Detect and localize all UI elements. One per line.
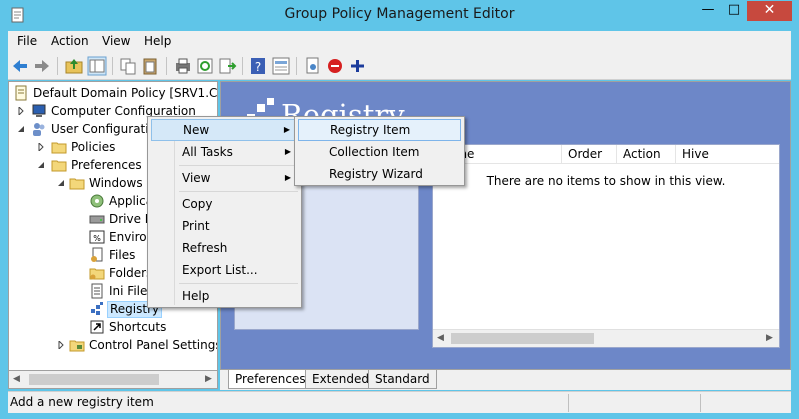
tree-horizontal-scrollbar[interactable]: ◀ ▶ [8,371,218,389]
scroll-thumb[interactable] [29,374,159,385]
drive-icon [89,215,105,224]
control-panel-folder-icon [69,340,85,352]
column-order[interactable]: Order [561,145,616,164]
menu-item-new[interactable]: New ▶ [151,119,298,141]
back-icon[interactable] [10,56,30,76]
svg-text:%: % [93,234,101,243]
menu-file[interactable]: File [17,34,37,48]
refresh-icon[interactable] [195,56,215,76]
submenu-registry-wizard[interactable]: Registry Wizard [298,163,461,185]
svg-text:?: ? [255,60,261,74]
submenu-collection-item[interactable]: Collection Item [298,141,461,163]
collapse-arrow-icon[interactable] [57,179,65,187]
expand-arrow-icon[interactable] [17,107,25,115]
status-text: Add a new registry item [10,395,154,409]
tab-extended[interactable]: Extended [305,370,376,389]
menu-bar: File Action View Help [8,31,791,52]
export-list-icon[interactable] [217,56,237,76]
menu-action[interactable]: Action [51,34,89,48]
submenu-arrow-icon: ▶ [283,125,290,134]
copy-icon[interactable] [118,56,138,76]
properties-icon[interactable] [271,56,291,76]
collapse-arrow-icon[interactable] [37,161,45,169]
view-tabs: Preferences Extended Standard [220,370,791,390]
minimize-button[interactable]: — [695,1,721,21]
stop-icon[interactable] [325,56,345,76]
tree-shortcuts[interactable]: Shortcuts [11,318,217,336]
scroll-right-icon[interactable]: ▶ [205,374,212,384]
list-horizontal-scrollbar[interactable]: ◀ ▶ [433,329,779,347]
menu-item-label: New [183,123,210,137]
tree-label: Shortcuts [109,320,167,334]
menu-item-export-list[interactable]: Export List... [151,259,298,281]
empty-list-message: There are no items to show in this view. [486,174,726,188]
menu-item-help[interactable]: Help [151,285,298,307]
help-icon[interactable]: ? [248,56,268,76]
scroll-thumb[interactable] [451,333,594,344]
registry-icon [91,302,103,315]
menu-help[interactable]: Help [144,34,171,48]
tree-control-panel-settings[interactable]: Control Panel Settings [11,336,218,354]
new-item-icon[interactable] [303,56,323,76]
gpo-scroll-icon [15,85,27,101]
toolbar: ? [8,52,791,80]
folder-icon [51,142,67,154]
tree-root-label: Default Domain Policy [SRV1.CONTOSO.COM] [33,86,218,100]
folder-icon [89,268,105,280]
tab-standard[interactable]: Standard [368,370,437,389]
items-list[interactable]: Name Order Action Hive There are no item… [432,144,780,348]
shortcut-icon [90,320,104,334]
column-action[interactable]: Action [616,145,675,164]
tab-preferences[interactable]: Preferences [228,370,313,389]
folder-icon [51,160,67,172]
scroll-right-icon[interactable]: ▶ [766,333,773,343]
tree-label: Files [109,248,136,262]
window-title: Group Policy Management Editor [284,6,515,22]
list-header: Name Order Action Hive [433,145,779,164]
expand-arrow-icon[interactable] [37,143,45,151]
environment-icon: % [89,230,105,244]
status-bar: Add a new registry item [8,391,791,413]
new-submenu: Registry Item Collection Item Registry W… [294,116,465,186]
collapse-arrow-icon[interactable] [17,125,25,133]
users-icon [33,123,45,136]
submenu-arrow-icon: ▶ [284,147,291,156]
show-hide-tree-icon[interactable] [87,56,107,76]
tree-root[interactable]: Default Domain Policy [SRV1.CONTOSO.COM] [11,84,218,102]
menu-item-copy[interactable]: Copy [151,193,298,215]
menu-item-label: All Tasks [182,145,233,159]
app-window: Group Policy Management Editor — □ ✕ Fil… [0,0,799,419]
computer-icon [32,104,46,117]
add-icon[interactable] [347,56,367,76]
menu-view[interactable]: View [102,34,130,48]
paste-icon[interactable] [140,56,160,76]
submenu-arrow-icon: ▶ [284,173,291,182]
print-icon[interactable] [173,56,193,76]
scroll-left-icon[interactable]: ◀ [437,333,444,343]
tree-label: Preferences [71,158,142,172]
up-folder-icon[interactable] [64,56,84,76]
expand-arrow-icon[interactable] [57,341,65,349]
menu-item-refresh[interactable]: Refresh [151,237,298,259]
submenu-registry-item[interactable]: Registry Item [298,119,461,141]
maximize-button[interactable]: □ [721,1,747,21]
scroll-left-icon[interactable]: ◀ [13,374,20,384]
forward-icon[interactable] [32,56,52,76]
ini-file-icon [91,283,103,299]
context-menu: New ▶ All Tasks ▶ View ▶ Copy Print Refr… [147,116,302,308]
tree-label: Policies [71,140,116,154]
menu-item-view[interactable]: View ▶ [151,167,298,189]
files-icon [91,247,103,262]
applications-icon [90,194,104,208]
menu-item-all-tasks[interactable]: All Tasks ▶ [151,141,298,163]
menu-item-label: View [182,171,211,185]
folder-icon [69,178,85,190]
title-bar[interactable]: Group Policy Management Editor — □ ✕ [0,0,799,30]
close-button[interactable]: ✕ [747,1,792,21]
menu-item-print[interactable]: Print [151,215,298,237]
tree-label: Folders [109,266,153,280]
tree-label: Control Panel Settings [89,338,218,352]
column-hive[interactable]: Hive [675,145,779,164]
